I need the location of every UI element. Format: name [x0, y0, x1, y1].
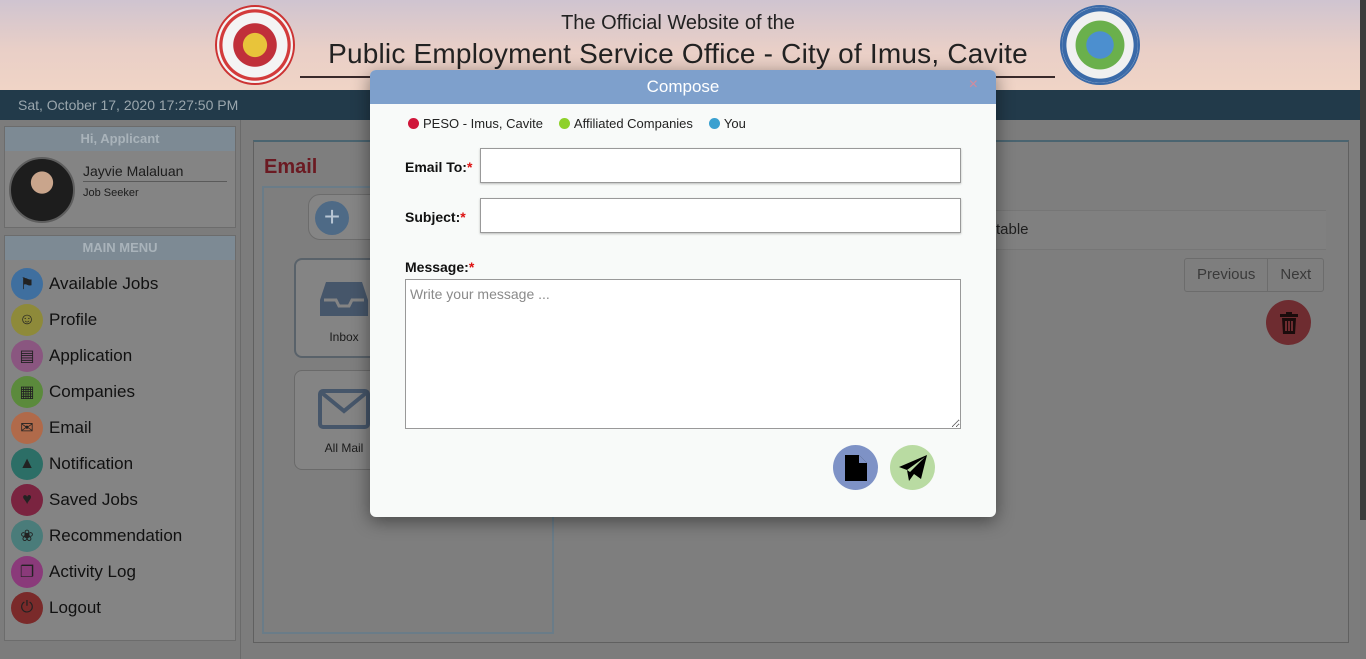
file-icon	[844, 454, 867, 481]
message-textarea[interactable]	[405, 279, 961, 429]
sidebar-item-label: Companies	[49, 382, 135, 401]
message-label: Message:*	[405, 259, 475, 275]
building-icon: ▦	[11, 376, 43, 408]
user-icon: ☺	[11, 304, 43, 336]
avatar	[9, 157, 75, 223]
legend-item-companies: Affiliated Companies	[558, 116, 693, 131]
sidebar-item-logout[interactable]: ⏻ Logout	[11, 592, 231, 624]
legend-dot	[408, 118, 419, 129]
power-icon: ⏻	[11, 592, 43, 624]
modal-title: Compose	[646, 77, 720, 96]
sidebar-item-label: Application	[49, 346, 133, 365]
legend-label: Affiliated Companies	[573, 116, 693, 131]
header-subtitle: The Official Website of the	[561, 12, 795, 34]
sidebar: Hi, Applicant Jayvie Malaluan Job Seeker…	[0, 120, 240, 659]
folder-icon: ▤	[11, 340, 43, 372]
legend-label: You	[723, 116, 746, 131]
sidebar-item-label: Profile	[49, 310, 98, 329]
delete-button[interactable]	[1266, 300, 1311, 345]
award-icon: ❀	[11, 520, 43, 552]
paper-plane-icon	[898, 454, 927, 481]
sidebar-item-email[interactable]: ✉ Email	[11, 412, 231, 444]
user-role: Job Seeker	[83, 187, 139, 199]
envelope-icon: ✉	[11, 412, 43, 444]
bookmark-icon: ⚑	[11, 268, 43, 300]
sidebar-item-companies[interactable]: ▦ Companies	[11, 376, 231, 408]
sidebar-item-label: Logout	[49, 598, 101, 617]
sidebar-item-label: Email	[49, 418, 92, 437]
sidebar-item-recommendation[interactable]: ❀ Recommendation	[11, 520, 231, 552]
sidebar-item-application[interactable]: ▤ Application	[11, 340, 231, 372]
pagination: Previous Next	[1184, 258, 1325, 292]
main-menu: MAIN MENU ⚑ Available Jobs ☺ Profile ▤ Applic…	[4, 235, 236, 641]
subject-input[interactable]	[480, 198, 961, 233]
heart-icon: ♥	[11, 484, 43, 516]
email-to-input[interactable]	[480, 148, 961, 183]
city-seal-logo	[1060, 5, 1140, 85]
legend-dot	[708, 118, 720, 129]
recipient-legend: PESO - Imus, Cavite Affiliated Companies…	[408, 116, 762, 131]
sidebar-item-label: Recommendation	[49, 526, 183, 545]
sidebar-item-notification[interactable]: ▲ Notification	[11, 448, 231, 480]
current-datetime: Sat, October 17, 2020 17:27:50 PM	[18, 97, 239, 113]
legend-dot	[558, 118, 570, 129]
subject-label: Subject:*	[405, 209, 466, 225]
sidebar-item-saved-jobs[interactable]: ♥ Saved Jobs	[11, 484, 231, 516]
sidebar-item-label: Saved Jobs	[49, 490, 138, 509]
bell-icon: ▲	[11, 448, 43, 480]
sidebar-item-label: Activity Log	[49, 562, 136, 581]
modal-header: Compose ×	[370, 70, 996, 104]
next-button[interactable]: Next	[1268, 259, 1323, 291]
user-name: Jayvie Malaluan	[83, 163, 227, 182]
scrollbar[interactable]	[1360, 0, 1366, 520]
greeting: Hi, Applicant	[5, 127, 235, 151]
sidebar-item-available-jobs[interactable]: ⚑ Available Jobs	[11, 268, 231, 300]
legend-item-peso: PESO - Imus, Cavite	[408, 116, 543, 131]
previous-button[interactable]: Previous	[1185, 259, 1269, 291]
menu-title: MAIN MENU	[5, 236, 235, 260]
sidebar-item-activity-log[interactable]: ❐ Activity Log	[11, 556, 231, 588]
sidebar-item-label: Available Jobs	[49, 274, 159, 293]
header-title: Public Employment Service Office - City …	[328, 38, 1028, 69]
page-title: Email	[264, 156, 318, 178]
legend-item-you: You	[708, 116, 746, 131]
plus-icon: +	[315, 201, 349, 235]
close-icon[interactable]: ×	[969, 76, 978, 94]
trash-icon	[1279, 311, 1298, 334]
compose-modal: Compose × PESO - Imus, Cavite Affiliated…	[370, 70, 996, 517]
attach-file-button[interactable]	[833, 445, 878, 490]
table-text: table	[996, 221, 1029, 238]
copy-icon: ❐	[11, 556, 43, 588]
legend-label: PESO - Imus, Cavite	[423, 116, 543, 131]
send-button[interactable]	[890, 445, 935, 490]
user-card: Hi, Applicant Jayvie Malaluan Job Seeker	[4, 126, 236, 228]
sidebar-item-label: Notification	[49, 454, 134, 473]
email-to-label: Email To:*	[405, 159, 473, 175]
sidebar-item-profile[interactable]: ☺ Profile	[11, 304, 231, 336]
